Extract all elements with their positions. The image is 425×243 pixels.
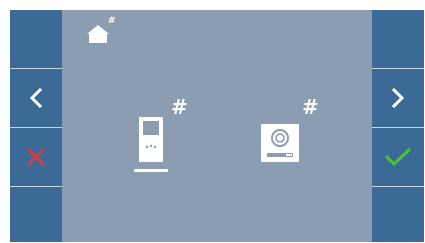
left-button-4[interactable]	[10, 187, 62, 242]
chevron-left-icon	[29, 88, 43, 108]
left-sidebar	[10, 10, 62, 242]
confirm-button[interactable]	[372, 128, 424, 187]
door-panel-marker: #	[302, 95, 319, 119]
left-button-1[interactable]	[10, 10, 62, 69]
previous-button[interactable]	[10, 69, 62, 128]
cancel-x-icon	[27, 148, 45, 166]
home-icon	[87, 25, 109, 43]
right-button-1[interactable]	[372, 10, 424, 69]
chevron-right-icon	[391, 88, 405, 108]
cancel-button[interactable]	[10, 128, 62, 187]
monitor-marker: #	[171, 95, 188, 119]
monitor-icon[interactable]	[134, 113, 174, 175]
intercom-screen: # # #	[10, 10, 424, 242]
home-marker: #	[108, 16, 116, 26]
right-button-4[interactable]	[372, 187, 424, 242]
confirm-check-icon	[385, 148, 411, 166]
door-panel-icon[interactable]	[259, 120, 301, 166]
right-sidebar	[372, 10, 424, 242]
next-button[interactable]	[372, 69, 424, 128]
